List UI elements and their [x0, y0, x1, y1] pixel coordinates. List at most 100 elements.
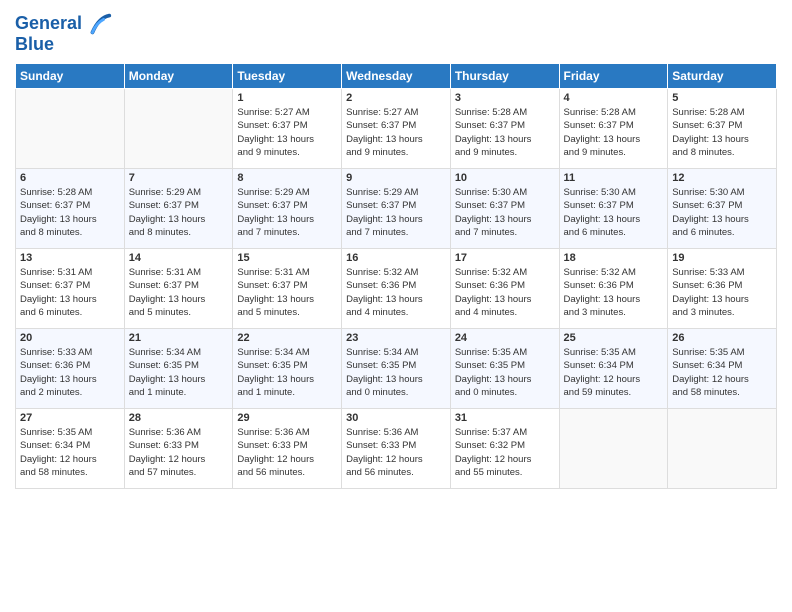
day-info: Sunrise: 5:30 AM Sunset: 6:37 PM Dayligh…	[455, 186, 555, 239]
day-cell: 20Sunrise: 5:33 AM Sunset: 6:36 PM Dayli…	[16, 329, 125, 409]
day-number: 29	[237, 412, 337, 424]
day-info: Sunrise: 5:31 AM Sunset: 6:37 PM Dayligh…	[237, 266, 337, 319]
day-number: 2	[346, 92, 446, 104]
day-info: Sunrise: 5:32 AM Sunset: 6:36 PM Dayligh…	[346, 266, 446, 319]
day-cell: 27Sunrise: 5:35 AM Sunset: 6:34 PM Dayli…	[16, 409, 125, 489]
day-number: 7	[129, 172, 229, 184]
day-number: 5	[672, 92, 772, 104]
header-day: Wednesday	[342, 64, 451, 89]
day-number: 24	[455, 332, 555, 344]
day-info: Sunrise: 5:36 AM Sunset: 6:33 PM Dayligh…	[346, 426, 446, 479]
day-cell: 8 Sunrise: 5:29 AM Sunset: 6:37 PM Daylig…	[233, 169, 342, 249]
day-info: Sunrise: 5:36 AM Sunset: 6:33 PM Dayligh…	[129, 426, 229, 479]
day-info: Sunrise: 5:35 AM Sunset: 6:35 PM Dayligh…	[455, 346, 555, 399]
header-day: Tuesday	[233, 64, 342, 89]
day-info: Sunrise: 5:27 AM Sunset: 6:37 PM Dayligh…	[237, 106, 337, 159]
header: General Blue	[15, 10, 777, 55]
day-cell: 6 Sunrise: 5:28 AM Sunset: 6:37 PM Daylig…	[16, 169, 125, 249]
day-info: Sunrise: 5:35 AM Sunset: 6:34 PM Dayligh…	[564, 346, 664, 399]
day-number: 12	[672, 172, 772, 184]
day-info: Sunrise: 5:32 AM Sunset: 6:36 PM Dayligh…	[455, 266, 555, 319]
calendar-table: SundayMondayTuesdayWednesdayThursdayFrid…	[15, 63, 777, 489]
day-info: Sunrise: 5:35 AM Sunset: 6:34 PM Dayligh…	[672, 346, 772, 399]
day-cell: 24 Sunrise: 5:35 AM Sunset: 6:35 PM Dayli…	[450, 329, 559, 409]
header-row: SundayMondayTuesdayWednesdayThursdayFrid…	[16, 64, 777, 89]
day-number: 15	[237, 252, 337, 264]
day-cell: 17 Sunrise: 5:32 AM Sunset: 6:36 PM Dayli…	[450, 249, 559, 329]
day-number: 21	[129, 332, 229, 344]
day-number: 8	[237, 172, 337, 184]
day-number: 4	[564, 92, 664, 104]
week-row: 20Sunrise: 5:33 AM Sunset: 6:36 PM Dayli…	[16, 329, 777, 409]
day-cell: 31Sunrise: 5:37 AM Sunset: 6:32 PM Dayli…	[450, 409, 559, 489]
day-cell	[124, 89, 233, 169]
day-cell: 29 Sunrise: 5:36 AM Sunset: 6:33 PM Dayli…	[233, 409, 342, 489]
day-number: 31	[455, 412, 555, 424]
day-cell: 21 Sunrise: 5:34 AM Sunset: 6:35 PM Dayli…	[124, 329, 233, 409]
day-info: Sunrise: 5:28 AM Sunset: 6:37 PM Dayligh…	[455, 106, 555, 159]
header-day: Saturday	[668, 64, 777, 89]
day-info: Sunrise: 5:36 AM Sunset: 6:33 PM Dayligh…	[237, 426, 337, 479]
day-cell: 26 Sunrise: 5:35 AM Sunset: 6:34 PM Dayli…	[668, 329, 777, 409]
week-row: 1 Sunrise: 5:27 AM Sunset: 6:37 PM Daylig…	[16, 89, 777, 169]
day-number: 14	[129, 252, 229, 264]
day-info: Sunrise: 5:34 AM Sunset: 6:35 PM Dayligh…	[346, 346, 446, 399]
day-number: 17	[455, 252, 555, 264]
day-number: 11	[564, 172, 664, 184]
day-cell: 12 Sunrise: 5:30 AM Sunset: 6:37 PM Dayli…	[668, 169, 777, 249]
day-info: Sunrise: 5:30 AM Sunset: 6:37 PM Dayligh…	[564, 186, 664, 239]
day-cell: 1 Sunrise: 5:27 AM Sunset: 6:37 PM Daylig…	[233, 89, 342, 169]
logo-general: General	[15, 13, 82, 33]
day-cell: 13Sunrise: 5:31 AM Sunset: 6:37 PM Dayli…	[16, 249, 125, 329]
day-number: 13	[20, 252, 120, 264]
header-day: Friday	[559, 64, 668, 89]
day-number: 16	[346, 252, 446, 264]
day-number: 1	[237, 92, 337, 104]
day-info: Sunrise: 5:33 AM Sunset: 6:36 PM Dayligh…	[672, 266, 772, 319]
day-cell: 19 Sunrise: 5:33 AM Sunset: 6:36 PM Dayli…	[668, 249, 777, 329]
day-info: Sunrise: 5:28 AM Sunset: 6:37 PM Dayligh…	[20, 186, 120, 239]
day-info: Sunrise: 5:28 AM Sunset: 6:37 PM Dayligh…	[672, 106, 772, 159]
day-cell: 28Sunrise: 5:36 AM Sunset: 6:33 PM Dayli…	[124, 409, 233, 489]
day-cell: 10Sunrise: 5:30 AM Sunset: 6:37 PM Dayli…	[450, 169, 559, 249]
day-info: Sunrise: 5:31 AM Sunset: 6:37 PM Dayligh…	[129, 266, 229, 319]
header-day: Sunday	[16, 64, 125, 89]
day-info: Sunrise: 5:30 AM Sunset: 6:37 PM Dayligh…	[672, 186, 772, 239]
day-cell: 4 Sunrise: 5:28 AM Sunset: 6:37 PM Daylig…	[559, 89, 668, 169]
day-number: 30	[346, 412, 446, 424]
day-number: 23	[346, 332, 446, 344]
day-number: 25	[564, 332, 664, 344]
day-info: Sunrise: 5:29 AM Sunset: 6:37 PM Dayligh…	[237, 186, 337, 239]
day-number: 6	[20, 172, 120, 184]
day-cell	[559, 409, 668, 489]
day-cell: 23 Sunrise: 5:34 AM Sunset: 6:35 PM Dayli…	[342, 329, 451, 409]
page-container: General Blue SundayMondayTuesdayWednesda…	[0, 0, 792, 494]
day-cell: 25 Sunrise: 5:35 AM Sunset: 6:34 PM Dayli…	[559, 329, 668, 409]
day-number: 9	[346, 172, 446, 184]
day-cell	[16, 89, 125, 169]
day-info: Sunrise: 5:34 AM Sunset: 6:35 PM Dayligh…	[237, 346, 337, 399]
day-info: Sunrise: 5:35 AM Sunset: 6:34 PM Dayligh…	[20, 426, 120, 479]
day-info: Sunrise: 5:34 AM Sunset: 6:35 PM Dayligh…	[129, 346, 229, 399]
week-row: 27Sunrise: 5:35 AM Sunset: 6:34 PM Dayli…	[16, 409, 777, 489]
day-info: Sunrise: 5:27 AM Sunset: 6:37 PM Dayligh…	[346, 106, 446, 159]
day-info: Sunrise: 5:32 AM Sunset: 6:36 PM Dayligh…	[564, 266, 664, 319]
day-cell: 30 Sunrise: 5:36 AM Sunset: 6:33 PM Dayli…	[342, 409, 451, 489]
logo: General Blue	[15, 10, 113, 55]
day-cell	[668, 409, 777, 489]
day-number: 3	[455, 92, 555, 104]
day-info: Sunrise: 5:28 AM Sunset: 6:37 PM Dayligh…	[564, 106, 664, 159]
day-cell: 18 Sunrise: 5:32 AM Sunset: 6:36 PM Dayli…	[559, 249, 668, 329]
day-number: 18	[564, 252, 664, 264]
day-info: Sunrise: 5:29 AM Sunset: 6:37 PM Dayligh…	[346, 186, 446, 239]
day-number: 22	[237, 332, 337, 344]
day-number: 26	[672, 332, 772, 344]
logo-icon	[85, 10, 113, 38]
day-number: 19	[672, 252, 772, 264]
logo-text: General	[15, 14, 82, 34]
day-cell: 15 Sunrise: 5:31 AM Sunset: 6:37 PM Dayli…	[233, 249, 342, 329]
day-cell: 16 Sunrise: 5:32 AM Sunset: 6:36 PM Dayli…	[342, 249, 451, 329]
day-info: Sunrise: 5:29 AM Sunset: 6:37 PM Dayligh…	[129, 186, 229, 239]
day-number: 20	[20, 332, 120, 344]
week-row: 13 Sunrise: 5:31 AM Sunset: 6:37 PM Dayli…	[16, 249, 777, 329]
